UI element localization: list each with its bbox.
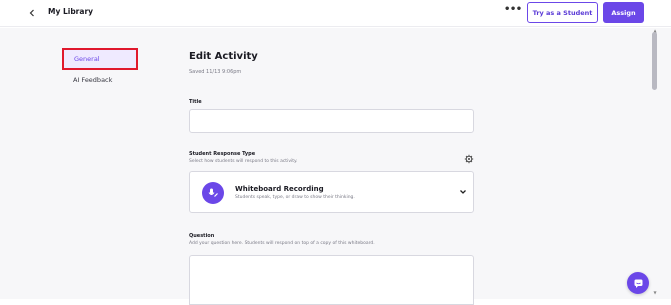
sidebar-item-ai-feedback[interactable]: AI Feedback [73, 76, 112, 84]
sidebar-item-general[interactable]: General [62, 48, 138, 70]
chevron-left-icon [29, 9, 34, 17]
chevron-down-icon [460, 190, 466, 194]
question-label: Question [189, 233, 215, 239]
edit-activity-heading: Edit Activity [189, 51, 258, 62]
sidebar-item-label: AI Feedback [73, 76, 113, 84]
chat-icon [634, 279, 642, 288]
top-bar: My Library ••• Try as a Student Assign [0, 0, 671, 27]
title-input[interactable] [189, 109, 474, 133]
more-options-button[interactable]: ••• [504, 5, 522, 19]
main-area: General AI Feedback Edit Activity Saved … [0, 28, 671, 305]
response-type-select[interactable]: Whiteboard Recording Students speak, typ… [189, 171, 474, 213]
scroll-down-arrow-icon[interactable]: ▼ [651, 290, 659, 296]
back-button[interactable] [25, 6, 39, 20]
page-title: My Library [48, 7, 94, 16]
selected-option-subtitle: Students speak, type, or draw to show th… [235, 195, 355, 200]
try-as-student-button[interactable]: Try as a Student [527, 2, 598, 23]
assign-button[interactable]: Assign [603, 2, 644, 23]
selected-option-title: Whiteboard Recording [235, 185, 324, 193]
response-type-subtitle: Select how students will respond to this… [189, 159, 298, 164]
gear-icon[interactable] [464, 154, 474, 164]
response-type-label: Student Response Type [189, 151, 256, 157]
question-whiteboard[interactable] [189, 255, 474, 305]
scrollbar-thumb[interactable] [652, 32, 657, 90]
saved-timestamp: Saved 11/13 9:06pm [189, 69, 242, 75]
sidebar-item-label: General [74, 55, 100, 63]
whiteboard-recording-icon [202, 182, 224, 204]
question-subtitle: Add your question here. Students will re… [189, 241, 375, 246]
chat-support-button[interactable] [627, 272, 649, 294]
title-label: Title [189, 99, 202, 105]
